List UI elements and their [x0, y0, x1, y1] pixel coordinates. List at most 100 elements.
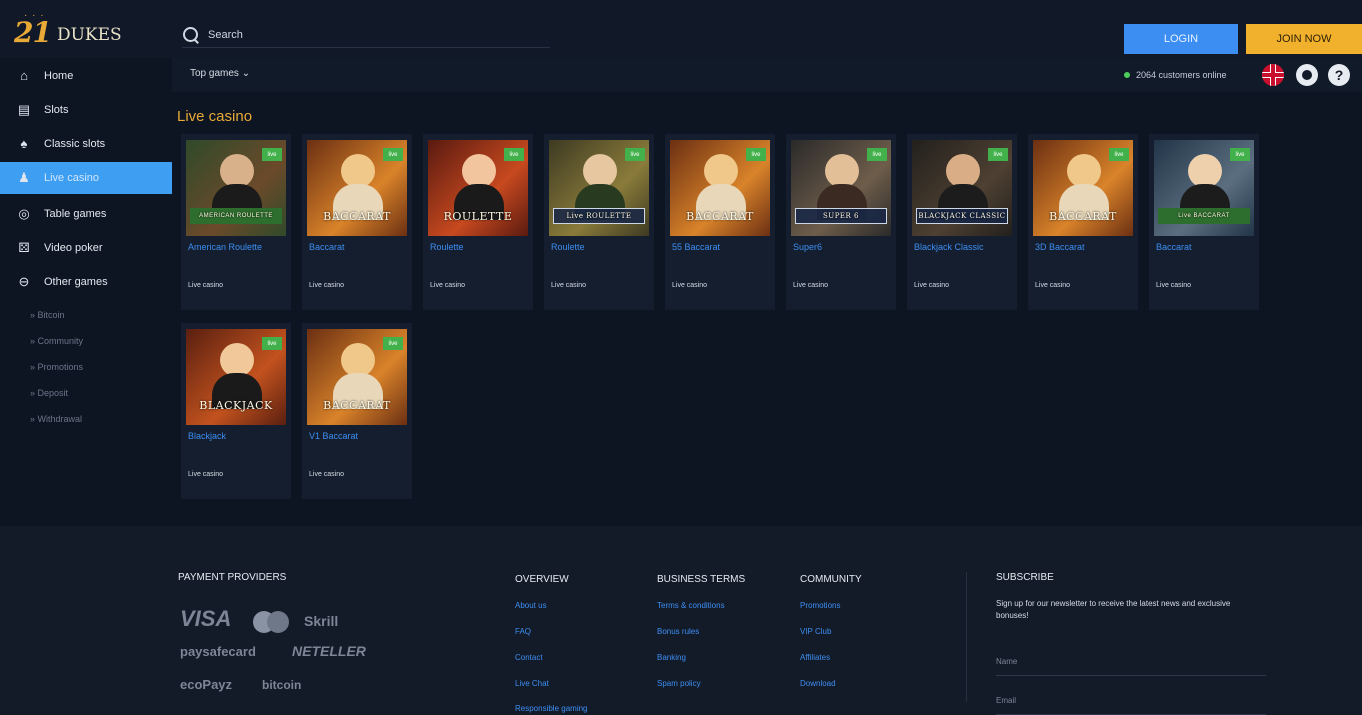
game-card[interactable]: live BACCARAT Baccarat Live casino: [302, 134, 412, 310]
footer-link-terms[interactable]: Terms & conditions: [657, 601, 725, 610]
game-card[interactable]: live Live BACCARAT Baccarat Live casino: [1149, 134, 1259, 310]
sidebar-item-label: Other games: [44, 276, 108, 288]
game-title[interactable]: Blackjack: [188, 431, 226, 441]
game-card[interactable]: live BLACKJACK Blackjack Live casino: [181, 323, 291, 499]
sidebar-item-other-games[interactable]: ⊖ Other games: [0, 266, 172, 298]
game-card[interactable]: live BACCARAT V1 Baccarat Live casino: [302, 323, 412, 499]
game-logo-text: BACCARAT: [1049, 209, 1117, 223]
game-title[interactable]: 55 Baccarat: [672, 242, 720, 252]
logo-dots: · · ·: [24, 10, 45, 21]
sidebar-link-community[interactable]: » Community: [30, 336, 83, 352]
online-status: 2064 customers online: [1124, 70, 1227, 80]
footer-link-about[interactable]: About us: [515, 601, 547, 610]
live-badge: live: [262, 148, 282, 161]
footer-link-contact[interactable]: Contact: [515, 653, 543, 662]
sidebar-item-home[interactable]: ⌂ Home: [0, 60, 172, 92]
sidebar-item-table-games[interactable]: ◎ Table games: [0, 198, 172, 230]
game-title[interactable]: 3D Baccarat: [1035, 242, 1085, 252]
live-badge: live: [988, 148, 1008, 161]
sidebar-link-withdrawal[interactable]: » Withdrawal: [30, 414, 82, 430]
visa-logo: VISA: [180, 606, 232, 631]
footer-link-responsible-gaming[interactable]: Responsible gaming: [515, 704, 588, 713]
game-thumbnail[interactable]: live AMERICAN ROULETTE: [186, 140, 286, 236]
live-badge: live: [383, 148, 403, 161]
slot-machine-icon: ▤: [17, 102, 31, 117]
live-badge: live: [262, 337, 282, 350]
game-thumbnail[interactable]: live BACCARAT: [1033, 140, 1133, 236]
search-icon[interactable]: [182, 26, 200, 44]
game-category: Live casino: [188, 471, 224, 478]
uk-flag-icon[interactable]: [1262, 64, 1284, 86]
game-card[interactable]: live SUPER 6 Super6 Live casino: [786, 134, 896, 310]
game-thumbnail[interactable]: live Live ROULETTE: [549, 140, 649, 236]
game-card[interactable]: live ROULETTE Roulette Live casino: [423, 134, 533, 310]
game-thumbnail[interactable]: live BLACKJACK CLASSIC: [912, 140, 1012, 236]
footer-link-faq[interactable]: FAQ: [515, 627, 531, 636]
help-icon[interactable]: ?: [1328, 64, 1350, 86]
footer-link-affiliates[interactable]: Affiliates: [800, 653, 830, 662]
footer-link-banking[interactable]: Banking: [657, 653, 686, 662]
join-now-button[interactable]: JOIN NOW: [1246, 24, 1362, 54]
sidebar-item-slots[interactable]: ▤ Slots: [0, 94, 172, 126]
game-category: Live casino: [309, 471, 345, 478]
game-thumbnail[interactable]: live BACCARAT: [307, 329, 407, 425]
game-title[interactable]: American Roulette: [188, 242, 262, 252]
footer-link-vip-club[interactable]: VIP Club: [800, 627, 831, 636]
game-logo-text: Live ROULETTE: [553, 208, 645, 224]
game-logo-text: BACCARAT: [686, 209, 754, 223]
top-games-dropdown[interactable]: Top games ⌄: [190, 68, 250, 79]
game-logo-text: BACCARAT: [323, 209, 391, 223]
community-heading: COMMUNITY: [800, 574, 862, 585]
game-thumbnail[interactable]: live BACCARAT: [307, 140, 407, 236]
online-count: 2064 customers online: [1136, 70, 1227, 80]
overview-heading: OVERVIEW: [515, 574, 569, 585]
search-input[interactable]: [208, 28, 538, 41]
business-terms-heading: BUSINESS TERMS: [657, 574, 746, 585]
game-thumbnail[interactable]: live Live BACCARAT: [1154, 140, 1254, 236]
game-category: Live casino: [430, 282, 466, 289]
game-title[interactable]: Roulette: [430, 242, 464, 252]
sidebar-item-classic-slots[interactable]: ♠ Classic slots: [0, 128, 172, 160]
game-card[interactable]: live Live ROULETTE Roulette Live casino: [544, 134, 654, 310]
game-card[interactable]: live BLACKJACK CLASSIC Blackjack Classic Li…: [907, 134, 1017, 310]
footer-link-live-chat[interactable]: Live Chat: [515, 679, 549, 688]
sidebar-link-bitcoin[interactable]: » Bitcoin: [30, 310, 65, 326]
header: · · · 21 DUKES LOGIN JOIN NOW: [0, 0, 1362, 58]
game-card[interactable]: live BACCARAT 55 Baccarat Live casino: [665, 134, 775, 310]
newsletter-email-input[interactable]: [996, 687, 1266, 715]
game-card[interactable]: live BACCARAT 3D Baccarat Live casino: [1028, 134, 1138, 310]
game-thumbnail[interactable]: live SUPER 6: [791, 140, 891, 236]
settings-icon[interactable]: [1296, 64, 1318, 86]
payment-providers-heading: PAYMENT PROVIDERS: [178, 572, 287, 583]
game-logo-text: AMERICAN ROULETTE: [190, 208, 282, 224]
game-category: Live casino: [309, 282, 345, 289]
footer-link-promotions[interactable]: Promotions: [800, 601, 840, 610]
game-title[interactable]: Baccarat: [309, 242, 345, 252]
sidebar-link-promotions[interactable]: » Promotions: [30, 362, 83, 378]
live-badge: live: [867, 148, 887, 161]
sub-header: Top games ⌄ 2064 customers online ?: [172, 58, 1362, 92]
login-button[interactable]: LOGIN: [1124, 24, 1238, 54]
game-logo-text: BLACKJACK: [199, 398, 273, 412]
live-badge: live: [383, 337, 403, 350]
sidebar: ⌂ Home ▤ Slots ♠ Classic slots ♟ Live ca…: [0, 58, 172, 538]
game-thumbnail[interactable]: live ROULETTE: [428, 140, 528, 236]
ecopayz-logo: ecoPayz: [180, 677, 233, 692]
game-title[interactable]: Baccarat: [1156, 242, 1192, 252]
game-title[interactable]: Blackjack Classic: [914, 242, 984, 252]
game-card[interactable]: live AMERICAN ROULETTE American Roulette Li…: [181, 134, 291, 310]
footer-link-download[interactable]: Download: [800, 679, 836, 688]
newsletter-name-input[interactable]: [996, 648, 1266, 676]
sidebar-item-video-poker[interactable]: ⚄ Video poker: [0, 232, 172, 264]
sidebar-link-deposit[interactable]: » Deposit: [30, 388, 68, 404]
game-title[interactable]: Roulette: [551, 242, 585, 252]
game-title[interactable]: Super6: [793, 242, 822, 252]
sidebar-item-live-casino[interactable]: ♟ Live casino: [0, 162, 172, 194]
game-thumbnail[interactable]: live BACCARAT: [670, 140, 770, 236]
game-title[interactable]: V1 Baccarat: [309, 431, 358, 441]
footer-link-bonus-rules[interactable]: Bonus rules: [657, 627, 699, 636]
footer-link-spam-policy[interactable]: Spam policy: [657, 679, 701, 688]
game-thumbnail[interactable]: live BLACKJACK: [186, 329, 286, 425]
logo-text: DUKES: [56, 25, 122, 45]
logo[interactable]: · · · 21 DUKES: [14, 10, 144, 50]
